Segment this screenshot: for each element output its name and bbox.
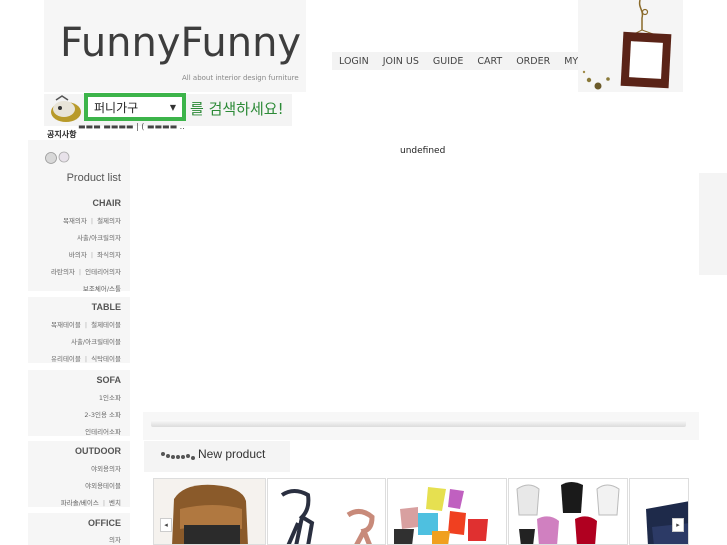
rattan-chair-image	[154, 479, 265, 544]
sidebar-link[interactable]: 철제테이블	[91, 321, 121, 329]
main-content-text: undefined	[400, 146, 446, 156]
mascot-icon	[51, 95, 81, 122]
right-side-panel	[699, 173, 727, 275]
sidebar-link[interactable]: 목재의자	[63, 217, 87, 225]
sidebar-item: 파라솔/베이스 | 벤치	[60, 499, 121, 507]
color-chairs-image	[388, 479, 506, 544]
sidebar-link[interactable]: 사출/아크릴의자	[77, 234, 121, 242]
carousel-next-button[interactable]: ▸	[672, 518, 684, 532]
nav-guide-link[interactable]: GUIDE	[426, 56, 470, 67]
sidebar-category-sofa: SOFA 1인소파 2-3인용 소파 인테리어소파	[28, 370, 130, 436]
category-heading[interactable]: OFFICE	[28, 518, 130, 528]
new-product-title: New product	[198, 447, 266, 461]
sidebar-title: Product list	[66, 172, 121, 184]
product-thumbnail[interactable]	[267, 478, 386, 545]
sidebar-link[interactable]: 인테리어소파	[85, 428, 121, 436]
nav-join-link[interactable]: JOIN US	[376, 56, 426, 67]
shelf-divider	[151, 420, 686, 427]
sidebar-link[interactable]: 식탁테이블	[91, 355, 121, 363]
hanging-frame-illustration	[578, 0, 683, 92]
sidebar-item: 인테리어소파	[28, 426, 130, 436]
sidebar-item: 보조체어/스툴	[28, 283, 130, 293]
sidebar-category-table: TABLE 목재테이블 | 철제테이블 사출/아크릴테이블 유리테이블 | 식탁테이블	[28, 297, 130, 363]
plastic-chairs-image	[509, 479, 627, 544]
sidebar-link[interactable]: 야외용테이블	[85, 482, 121, 490]
nav-cart-link[interactable]: CART	[470, 56, 509, 67]
sidebar-item: 사출/아크릴테이블	[28, 336, 130, 346]
sidebar-item: 라탄의자 | 인테리어의자	[50, 268, 121, 276]
dots-icon	[161, 452, 195, 460]
site-tagline: All about interior design furniture	[182, 74, 299, 82]
site-logo[interactable]: FunnyFunny	[60, 20, 301, 66]
sidebar-link[interactable]: 철제의자	[97, 217, 121, 225]
sidebar-link[interactable]: 2-3인용 소파	[84, 411, 121, 419]
nav-order-link[interactable]: ORDER	[509, 56, 557, 67]
search-hint-text: 를 검색하세요!	[190, 100, 284, 118]
sidebar-item: 유리테이블 | 식탁테이블	[50, 355, 121, 363]
sidebar-category-office: OFFICE 의자	[28, 513, 130, 545]
product-thumbnail[interactable]	[629, 478, 689, 545]
sidebar-link[interactable]: 목재테이블	[51, 321, 81, 329]
sidebar-item: 1인소파	[28, 392, 130, 402]
sidebar-item: 야외용의자	[28, 463, 130, 473]
category-heading[interactable]: TABLE	[28, 302, 130, 312]
category-heading[interactable]: SOFA	[28, 375, 130, 385]
product-thumbnail[interactable]	[508, 478, 628, 545]
notice-ticker[interactable]: ▬▬▬ ▬▬▬▬ | ( ▬▬▬▬ ..	[78, 122, 185, 131]
sidebar-link[interactable]: 좌식의자	[97, 251, 121, 259]
chevron-down-icon: ▼	[169, 102, 176, 112]
search-category-select[interactable]: 퍼니가구 ▼	[84, 93, 186, 121]
sidebar-link[interactable]: 바의자	[69, 251, 87, 259]
product-thumbnail[interactable]	[153, 478, 266, 545]
sidebar-link[interactable]: 1인소파	[99, 394, 121, 402]
sidebar-link[interactable]: 인테리어의자	[85, 268, 121, 276]
sidebar-item: 바의자 | 좌식의자	[68, 251, 121, 259]
category-heading[interactable]: CHAIR	[28, 198, 130, 208]
sidebar-link[interactable]: 야외용의자	[91, 465, 121, 473]
sidebar-category-chair: CHAIR 목재의자 | 철제의자 사출/아크릴의자 바의자 | 좌식의자 라탄의자 | 인…	[28, 193, 130, 293]
ball-icon	[45, 151, 70, 164]
sidebar-item: 사출/아크릴의자	[28, 232, 130, 242]
product-thumbnail[interactable]	[387, 478, 507, 545]
search-select-value: 퍼니가구	[94, 100, 139, 115]
picture-frame-icon	[582, 0, 672, 90]
sidebar-bullets	[44, 150, 72, 169]
notice-label[interactable]: 공지사항	[47, 129, 76, 140]
sidebar-link[interactable]: 유리테이블	[51, 355, 81, 363]
sidebar-link[interactable]: 의자	[109, 536, 121, 544]
sidebar-link[interactable]: 벤치	[109, 499, 121, 507]
nav-login-link[interactable]: LOGIN	[332, 56, 376, 67]
category-heading[interactable]: OUTDOOR	[28, 446, 130, 456]
carousel-prev-button[interactable]: ◂	[160, 518, 172, 532]
sidebar-item: 목재테이블 | 철제테이블	[50, 321, 121, 329]
sidebar-link[interactable]: 보조체어/스툴	[83, 285, 121, 293]
sidebar-item: 야외용테이블	[28, 480, 130, 490]
navy-chair-image	[630, 479, 688, 544]
wood-chairs-image	[268, 479, 385, 544]
sidebar-item: 목재의자 | 철제의자	[62, 217, 121, 225]
sidebar-item: 의자	[28, 534, 130, 544]
sidebar-link[interactable]: 파라솔/베이스	[61, 499, 99, 507]
sidebar-link[interactable]: 라탄의자	[51, 268, 75, 276]
top-navigation: LOGIN JOIN US GUIDE CART ORDER MY PAGE	[332, 52, 606, 70]
sidebar-item: 2-3인용 소파	[28, 409, 130, 419]
sidebar-category-outdoor: OUTDOOR 야외용의자 야외용테이블 파라솔/베이스 | 벤치	[28, 441, 130, 507]
sidebar-link[interactable]: 사출/아크릴테이블	[71, 338, 121, 346]
